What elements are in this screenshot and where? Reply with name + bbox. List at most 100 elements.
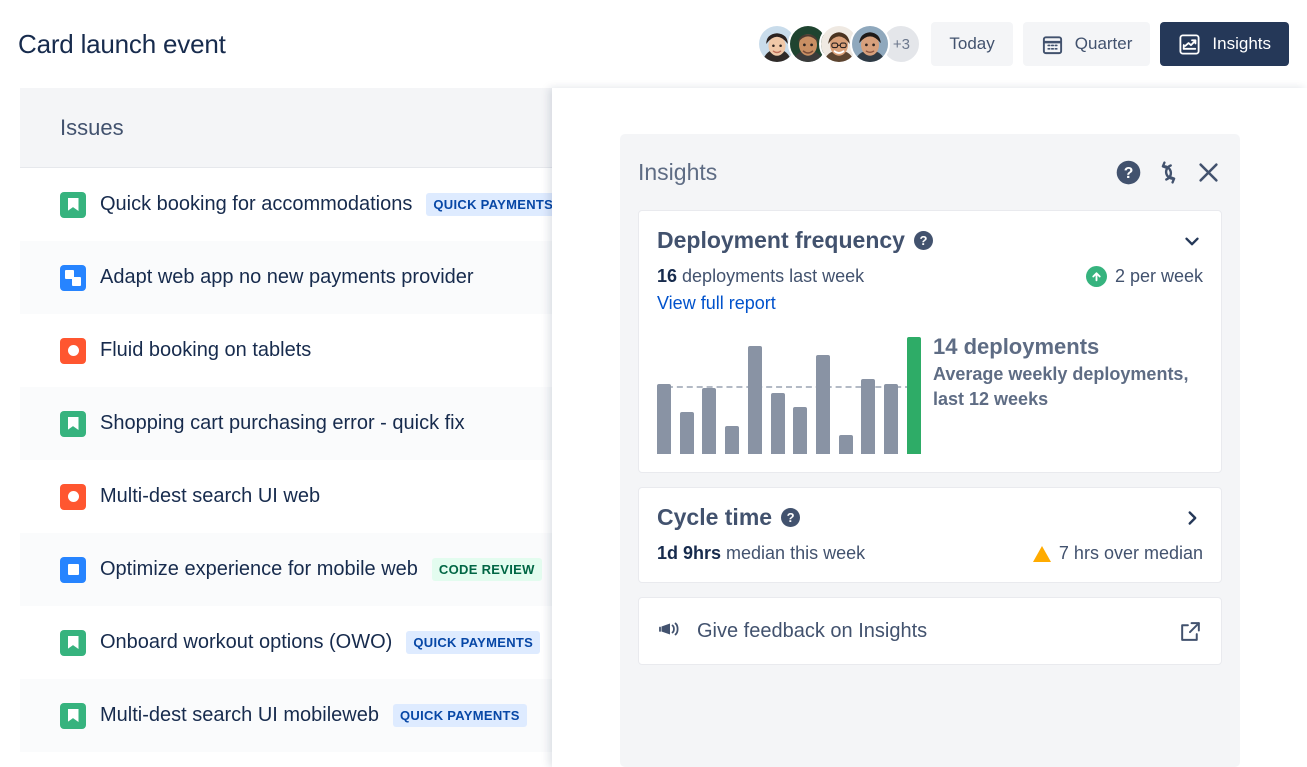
deployment-card-title: Deployment frequency (657, 227, 905, 254)
svg-text:?: ? (1124, 165, 1134, 182)
issue-row[interactable]: Quick booking for accommodations QUICK PA… (20, 168, 619, 241)
issue-title: Fluid booking on tablets (100, 339, 311, 362)
cycle-time-warning-label: 7 hrs over median (1059, 543, 1203, 564)
subtask-type-icon (60, 265, 86, 291)
today-button[interactable]: Today (931, 22, 1012, 66)
avatar-group[interactable]: +3 (757, 24, 921, 64)
bug-type-icon (60, 484, 86, 510)
chevron-right-icon[interactable] (1181, 507, 1203, 529)
issues-column-header-label: Issues (60, 115, 124, 141)
chart-bar[interactable] (816, 355, 830, 454)
deployment-stat-value: 16 (657, 266, 677, 286)
quarter-button-label: Quarter (1075, 34, 1133, 54)
arrow-up-icon (1086, 266, 1107, 287)
deployment-trend: 2 per week (1086, 266, 1203, 287)
insights-panel-body: Insights ? (620, 134, 1240, 767)
chart-bar[interactable] (907, 337, 921, 454)
chart-bar[interactable] (861, 379, 875, 454)
external-link-icon (1178, 619, 1203, 644)
insights-button-label: Insights (1212, 34, 1271, 54)
issue-label-badge[interactable]: QUICK PAYMENTS (426, 193, 560, 216)
cycle-time-warning: 7 hrs over median (1033, 543, 1203, 564)
deployment-bar-chart[interactable] (657, 332, 921, 454)
cycle-time-card-title: Cycle time (657, 504, 772, 531)
chart-bar[interactable] (725, 426, 739, 454)
cycle-time-help-icon[interactable]: ? (781, 508, 800, 527)
insights-button[interactable]: Insights (1160, 22, 1289, 66)
issue-title: Multi-dest search UI web (100, 485, 320, 508)
issue-row[interactable]: Onboard workout options (OWO) QUICK PAYME… (20, 606, 619, 679)
avatar[interactable] (850, 24, 890, 64)
bug-type-icon (60, 338, 86, 364)
issue-row[interactable]: Optimize experience for mobile web CODE R… (20, 533, 619, 606)
cycle-time-stat: 1d 9hrs median this week (657, 543, 865, 564)
chart-trend-up-icon (1178, 33, 1201, 56)
chart-bar[interactable] (839, 435, 853, 454)
cycle-time-card-header: Cycle time ? (657, 504, 1203, 531)
cycle-time-stat-text: median this week (721, 543, 865, 563)
cycle-time-card[interactable]: Cycle time ? 1d 9hrs median this week 7 (638, 487, 1222, 583)
chart-legend-value: 14 deployments (933, 334, 1203, 360)
top-bar-actions: +3 Today Quarter (757, 22, 1289, 66)
issue-title: Onboard workout options (OWO) (100, 631, 392, 654)
chart-legend-description: Average weekly deployments, last 12 week… (933, 362, 1203, 411)
chevron-down-icon[interactable] (1181, 230, 1203, 252)
chart-bar[interactable] (884, 384, 898, 454)
issue-label-badge[interactable]: CODE REVIEW (432, 558, 542, 581)
issue-row[interactable]: Shopping cart purchasing error - quick f… (20, 387, 619, 460)
issue-label-badge[interactable]: QUICK PAYMENTS (393, 704, 527, 727)
quarter-button[interactable]: Quarter (1023, 22, 1151, 66)
story-type-icon (60, 630, 86, 656)
issue-title: Multi-dest search UI mobileweb (100, 704, 379, 727)
help-icon[interactable]: ? (1115, 159, 1142, 186)
deployment-help-icon[interactable]: ? (914, 231, 933, 250)
cycle-time-stat-line: 1d 9hrs median this week 7 hrs over medi… (657, 543, 1203, 564)
issue-title: Shopping cart purchasing error - quick f… (100, 412, 465, 435)
issue-row[interactable]: Multi-dest search UI mobileweb QUICK PAYM… (20, 679, 619, 752)
story-type-icon (60, 411, 86, 437)
cycle-time-stat-value: 1d 9hrs (657, 543, 721, 563)
chart-bar[interactable] (793, 407, 807, 454)
avatar-photo-4 (852, 26, 888, 62)
issue-row[interactable]: Multi-dest search UI web (20, 460, 619, 533)
refresh-icon[interactable] (1155, 159, 1182, 186)
story-type-icon (60, 192, 86, 218)
issue-title: Adapt web app no new payments provider (100, 266, 474, 289)
chart-bar[interactable] (680, 412, 694, 454)
insights-panel-actions: ? (1115, 159, 1222, 186)
deployment-trend-label: 2 per week (1115, 266, 1203, 287)
chart-bar[interactable] (702, 388, 716, 454)
megaphone-icon (657, 617, 681, 646)
issue-label-badge[interactable]: QUICK PAYMENTS (406, 631, 540, 654)
chart-bar[interactable] (771, 393, 785, 454)
chart-bars (657, 332, 921, 454)
issue-title: Optimize experience for mobile web (100, 558, 418, 581)
chart-bar[interactable] (748, 346, 762, 454)
chart-bar[interactable] (657, 384, 671, 454)
issues-column-header: Issues (20, 88, 619, 168)
give-feedback-row[interactable]: Give feedback on Insights (638, 597, 1222, 665)
deployment-stat-text: deployments last week (677, 266, 864, 286)
deployment-stat-line: 16 deployments last week 2 per week (657, 266, 1203, 287)
issues-list: Quick booking for accommodations QUICK PA… (20, 168, 619, 752)
story-type-icon (60, 703, 86, 729)
insights-panel-header: Insights ? (638, 134, 1222, 210)
top-bar: Card launch event (0, 0, 1307, 88)
close-icon[interactable] (1195, 159, 1222, 186)
give-feedback-label: Give feedback on Insights (697, 620, 927, 643)
deployment-stat: 16 deployments last week (657, 266, 864, 287)
view-full-report-link[interactable]: View full report (657, 293, 776, 314)
issues-panel: Issues Quick booking for accommodationsQ… (20, 88, 620, 767)
deployment-frequency-card[interactable]: Deployment frequency ? 16 deployments la… (638, 210, 1222, 473)
warning-icon (1033, 546, 1051, 562)
insights-panel: Insights ? (552, 88, 1307, 767)
issue-title: Quick booking for accommodations (100, 193, 412, 216)
issue-row[interactable]: Adapt web app no new payments provider (20, 241, 619, 314)
page-title: Card launch event (18, 29, 226, 60)
chart-legend: 14 deployments Average weekly deployment… (933, 332, 1203, 411)
calendar-icon (1041, 33, 1064, 56)
issue-row[interactable]: Fluid booking on tablets (20, 314, 619, 387)
task-type-icon (60, 557, 86, 583)
app-root: Card launch event (0, 0, 1307, 767)
insights-panel-title: Insights (638, 159, 717, 186)
